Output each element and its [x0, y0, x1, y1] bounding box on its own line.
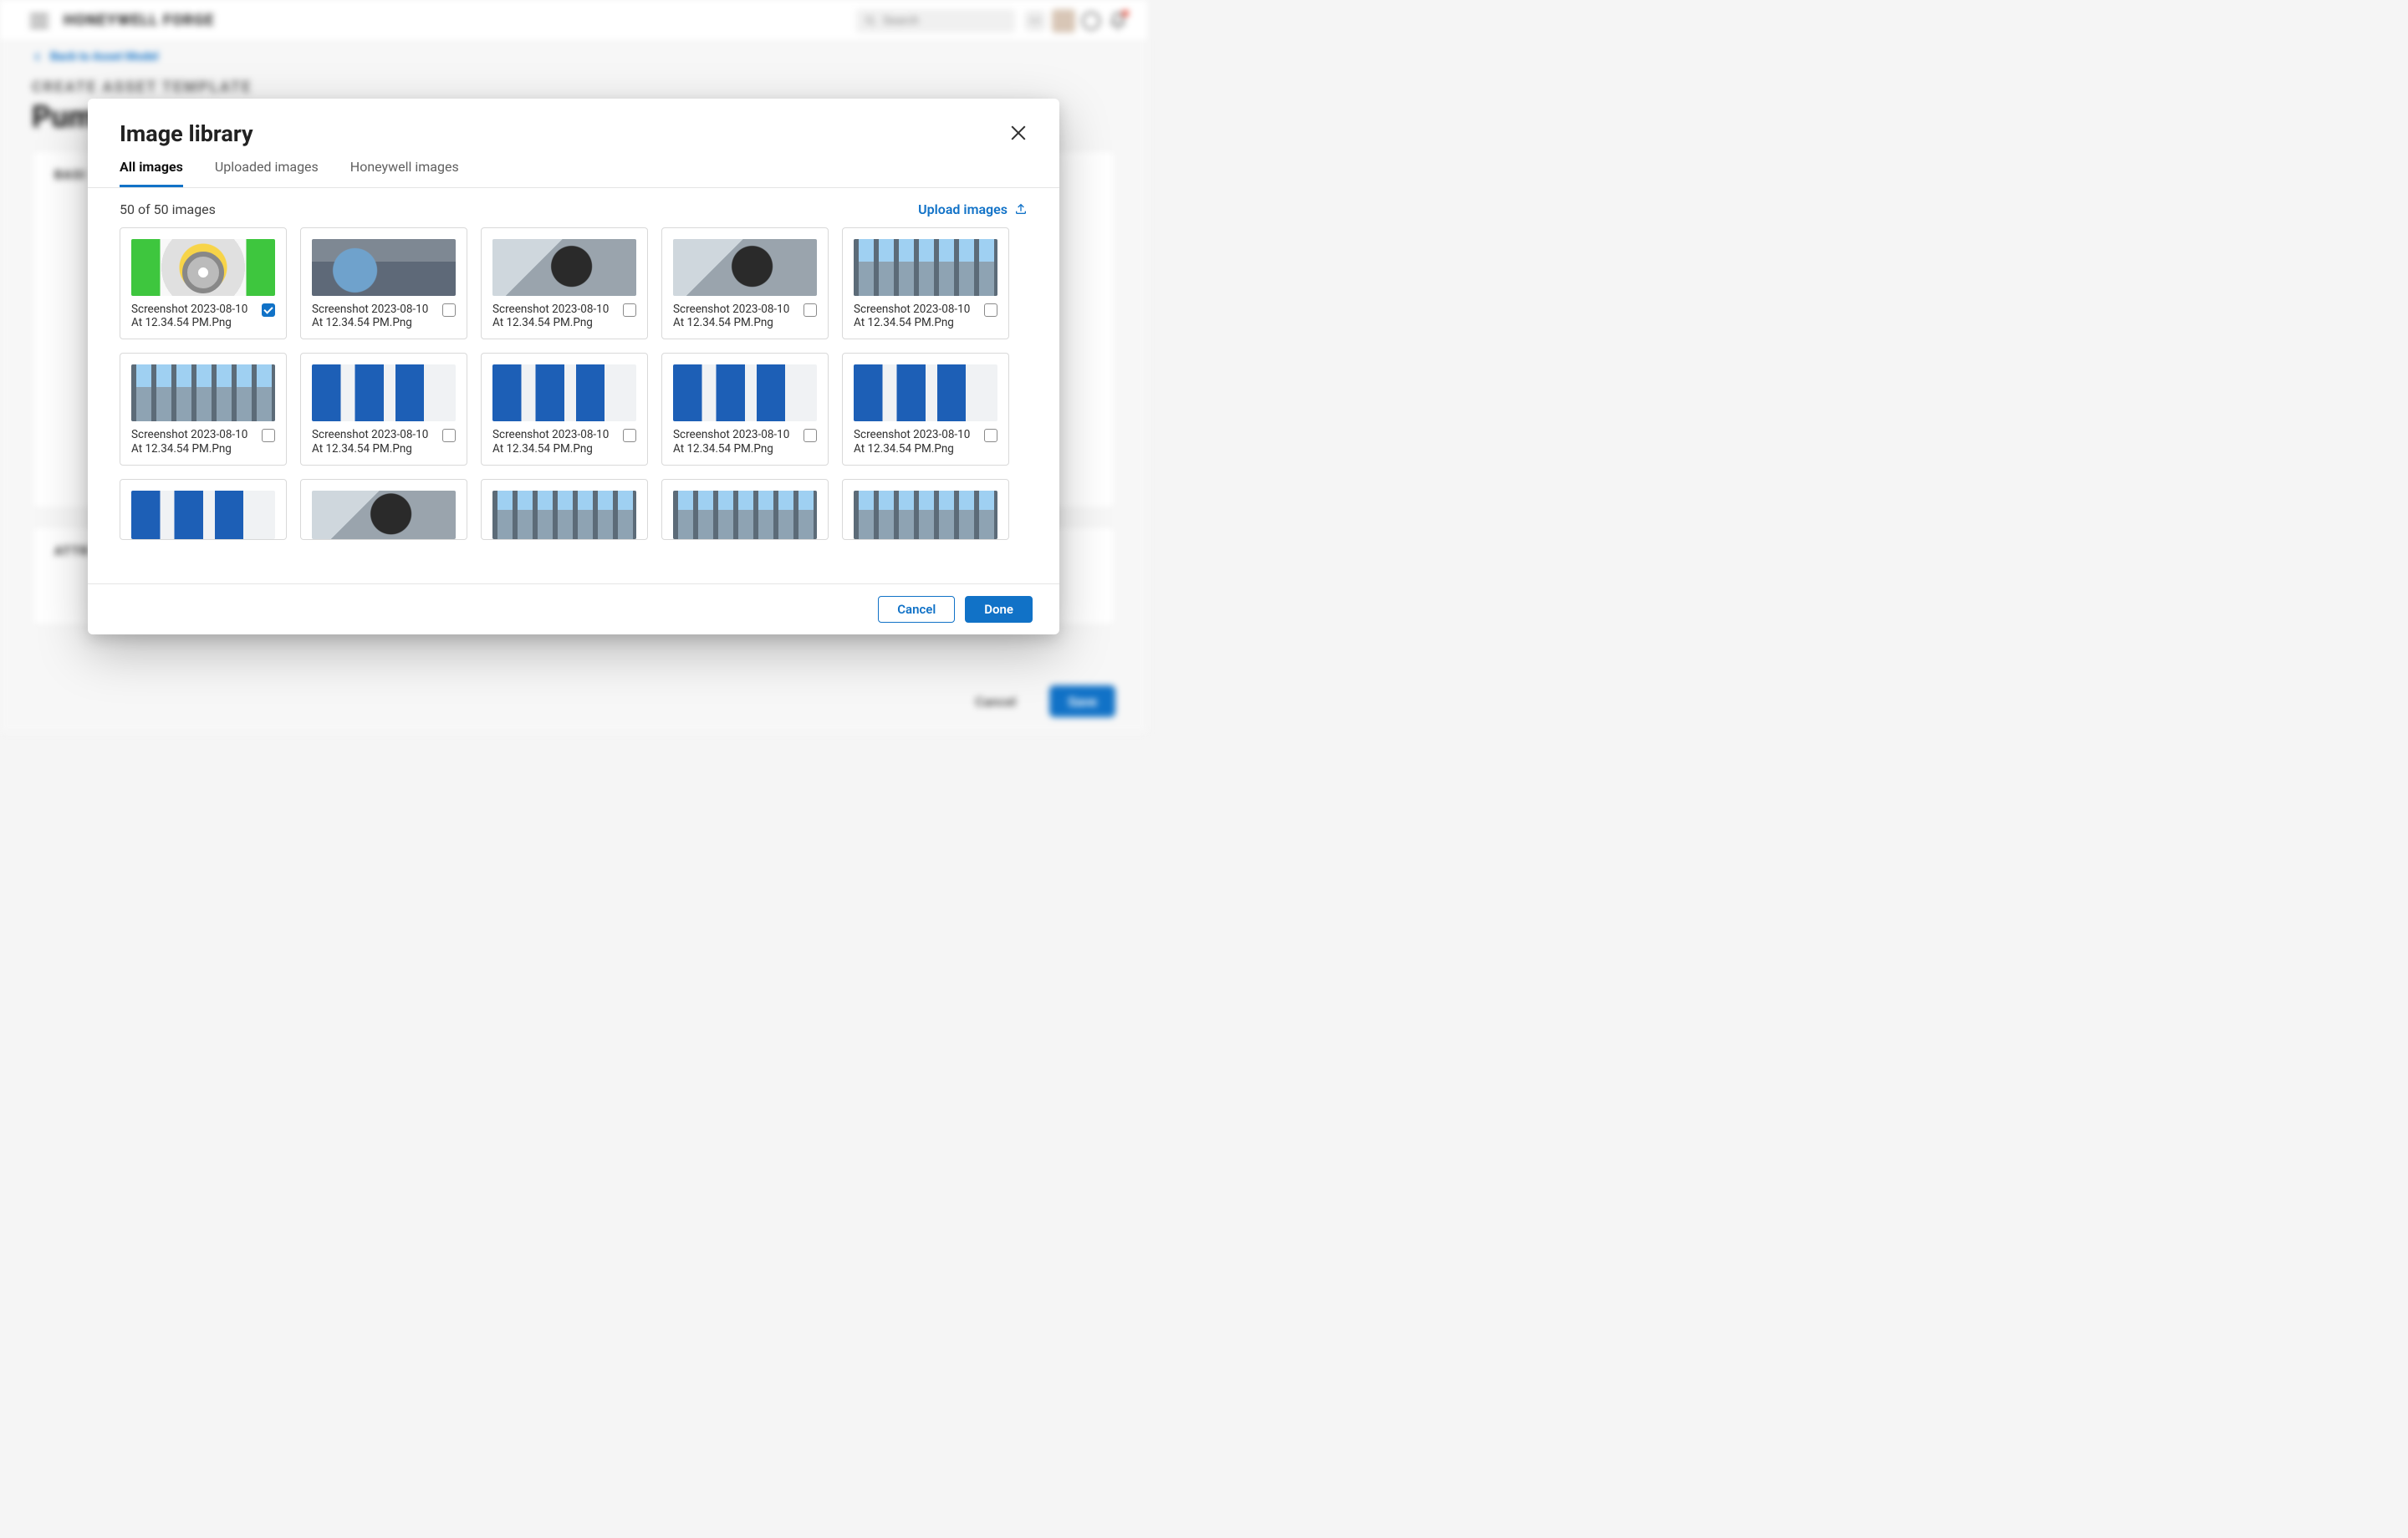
image-tile[interactable] — [661, 479, 829, 540]
image-tile-caption-row: Screenshot 2023-08-10 At 12.34.54 PM.Png — [131, 428, 275, 456]
image-tile-caption-row: Screenshot 2023-08-10 At 12.34.54 PM.Png — [854, 303, 997, 331]
image-grid: Screenshot 2023-08-10 At 12.34.54 PM.Png… — [120, 227, 1044, 541]
image-tile[interactable]: Screenshot 2023-08-10 At 12.34.54 PM.Png — [120, 227, 287, 340]
modal-tabs: All images Uploaded images Honeywell image… — [88, 147, 1059, 188]
image-select-checkbox[interactable] — [623, 303, 636, 317]
image-filename: Screenshot 2023-08-10 At 12.34.54 PM.Png — [673, 303, 797, 331]
image-tile-caption-row: Screenshot 2023-08-10 At 12.34.54 PM.Png — [673, 303, 817, 331]
modal-footer: Cancel Done — [88, 583, 1059, 634]
image-thumbnail — [673, 239, 817, 296]
image-tile[interactable] — [120, 479, 287, 540]
modal-overlay: Image library All images Uploaded images H… — [0, 0, 1147, 732]
image-thumbnail — [131, 364, 275, 421]
tab-all-images[interactable]: All images — [120, 159, 183, 187]
image-tile[interactable]: Screenshot 2023-08-10 At 12.34.54 PM.Png — [120, 353, 287, 466]
image-tile-caption-row: Screenshot 2023-08-10 At 12.34.54 PM.Png — [312, 428, 456, 456]
image-thumbnail — [854, 239, 997, 296]
image-thumbnail — [312, 364, 456, 421]
image-select-checkbox[interactable] — [442, 303, 456, 317]
image-thumbnail — [312, 491, 456, 539]
done-button[interactable]: Done — [965, 596, 1033, 623]
image-tile-caption-row: Screenshot 2023-08-10 At 12.34.54 PM.Png — [492, 303, 636, 331]
tab-uploaded-images[interactable]: Uploaded images — [215, 159, 319, 187]
image-filename: Screenshot 2023-08-10 At 12.34.54 PM.Png — [673, 428, 797, 456]
upload-images-label: Upload images — [918, 201, 1008, 217]
image-select-checkbox[interactable] — [984, 429, 997, 442]
image-thumbnail — [492, 364, 636, 421]
image-tile-caption-row: Screenshot 2023-08-10 At 12.34.54 PM.Png — [854, 428, 997, 456]
cancel-button[interactable]: Cancel — [878, 596, 955, 623]
image-tile[interactable] — [300, 479, 467, 540]
image-filename: Screenshot 2023-08-10 At 12.34.54 PM.Png — [854, 303, 977, 331]
image-select-checkbox[interactable] — [623, 429, 636, 442]
tab-honeywell-images[interactable]: Honeywell images — [350, 159, 459, 187]
image-filename: Screenshot 2023-08-10 At 12.34.54 PM.Png — [312, 303, 436, 331]
image-tile[interactable]: Screenshot 2023-08-10 At 12.34.54 PM.Png — [481, 353, 648, 466]
image-select-checkbox[interactable] — [442, 429, 456, 442]
image-filename: Screenshot 2023-08-10 At 12.34.54 PM.Png — [131, 428, 255, 456]
image-thumbnail — [131, 239, 275, 296]
image-thumbnail — [854, 364, 997, 421]
image-count-label: 50 of 50 images — [120, 201, 216, 217]
image-tile-caption-row: Screenshot 2023-08-10 At 12.34.54 PM.Png — [131, 303, 275, 331]
upload-icon — [1014, 202, 1028, 216]
image-tile[interactable] — [842, 479, 1009, 540]
image-select-checkbox[interactable] — [262, 429, 275, 442]
image-thumbnail — [492, 239, 636, 296]
image-filename: Screenshot 2023-08-10 At 12.34.54 PM.Png — [492, 428, 616, 456]
image-select-checkbox[interactable] — [262, 303, 275, 317]
image-library-modal: Image library All images Uploaded images H… — [88, 99, 1059, 634]
image-filename: Screenshot 2023-08-10 At 12.34.54 PM.Png — [131, 303, 255, 331]
image-tile[interactable]: Screenshot 2023-08-10 At 12.34.54 PM.Png — [842, 227, 1009, 340]
image-tile[interactable]: Screenshot 2023-08-10 At 12.34.54 PM.Png — [842, 353, 1009, 466]
image-grid-scroll[interactable]: Screenshot 2023-08-10 At 12.34.54 PM.Png… — [88, 222, 1059, 583]
image-tile[interactable]: Screenshot 2023-08-10 At 12.34.54 PM.Png — [661, 227, 829, 340]
image-filename: Screenshot 2023-08-10 At 12.34.54 PM.Png — [854, 428, 977, 456]
upload-images-button[interactable]: Upload images — [918, 201, 1028, 217]
image-tile[interactable]: Screenshot 2023-08-10 At 12.34.54 PM.Png — [661, 353, 829, 466]
image-select-checkbox[interactable] — [804, 429, 817, 442]
image-tile-caption-row: Screenshot 2023-08-10 At 12.34.54 PM.Png — [673, 428, 817, 456]
image-thumbnail — [673, 364, 817, 421]
image-tile[interactable]: Screenshot 2023-08-10 At 12.34.54 PM.Png — [300, 227, 467, 340]
image-thumbnail — [673, 491, 817, 539]
image-select-checkbox[interactable] — [804, 303, 817, 317]
image-filename: Screenshot 2023-08-10 At 12.34.54 PM.Png — [312, 428, 436, 456]
image-tile-caption-row: Screenshot 2023-08-10 At 12.34.54 PM.Png — [312, 303, 456, 331]
image-tile-caption-row: Screenshot 2023-08-10 At 12.34.54 PM.Png — [492, 428, 636, 456]
image-tile[interactable]: Screenshot 2023-08-10 At 12.34.54 PM.Png — [300, 353, 467, 466]
image-thumbnail — [854, 491, 997, 539]
modal-title: Image library — [120, 120, 253, 147]
image-tile[interactable] — [481, 479, 648, 540]
image-thumbnail — [492, 491, 636, 539]
image-select-checkbox[interactable] — [984, 303, 997, 317]
image-tile[interactable]: Screenshot 2023-08-10 At 12.34.54 PM.Png — [481, 227, 648, 340]
close-icon[interactable] — [1009, 124, 1028, 142]
image-filename: Screenshot 2023-08-10 At 12.34.54 PM.Png — [492, 303, 616, 331]
image-thumbnail — [131, 491, 275, 539]
image-thumbnail — [312, 239, 456, 296]
